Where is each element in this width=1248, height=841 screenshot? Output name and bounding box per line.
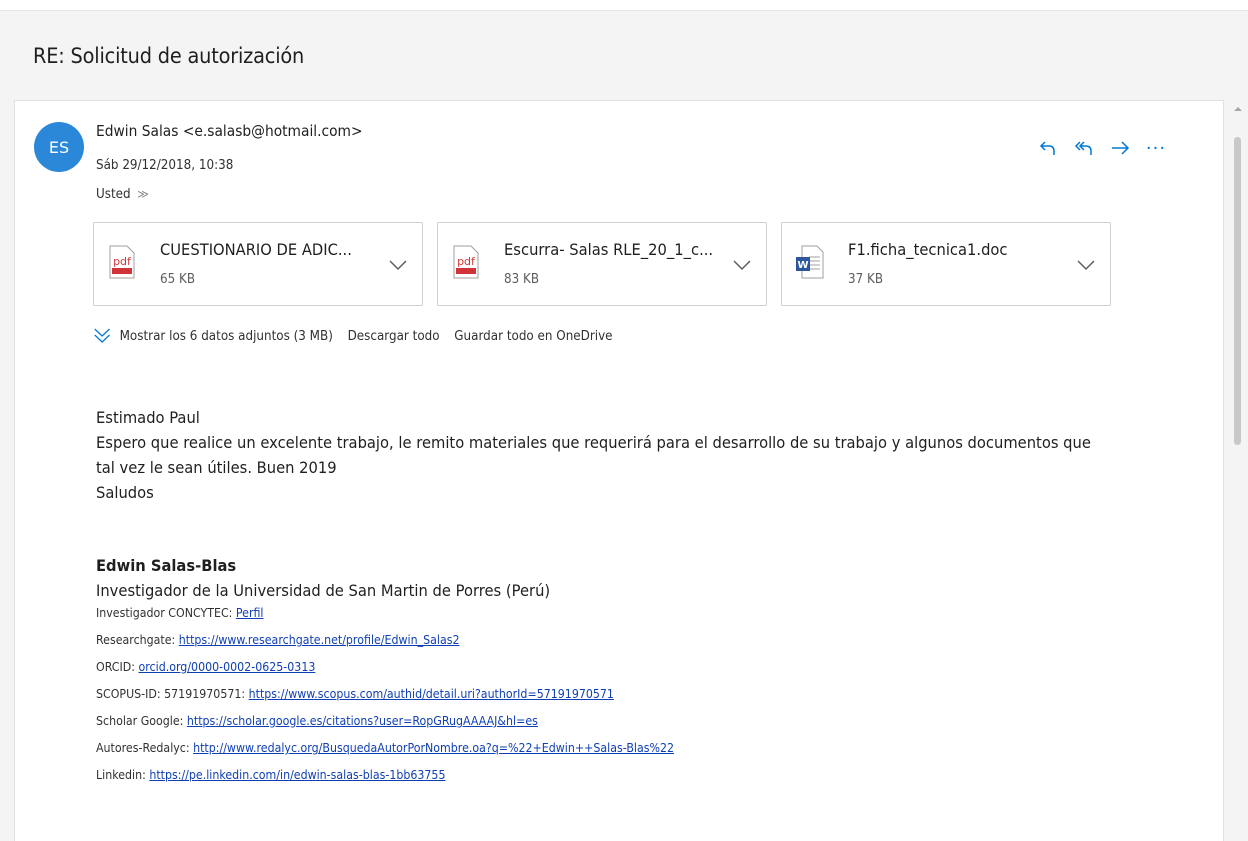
svg-text:W: W xyxy=(797,260,808,271)
body-paragraph: Espero que realice un excelente trabajo,… xyxy=(96,433,1091,477)
pdf-icon: pdf xyxy=(453,245,479,279)
svg-text:pdf: pdf xyxy=(113,255,132,268)
signature-link[interactable]: https://www.researchgate.net/profile/Edw… xyxy=(179,633,460,647)
signature-label: SCOPUS-ID: 57191970571: xyxy=(96,687,249,701)
top-bar xyxy=(0,0,1248,11)
signature-row: ORCID: orcid.org/0000-0002-0625-0313 xyxy=(96,654,674,681)
attachment-name: Escurra- Salas RLE_20_1_c... xyxy=(504,240,714,259)
signature-link[interactable]: orcid.org/0000-0002-0625-0313 xyxy=(139,660,316,674)
attachment-card[interactable]: W F1.ficha_tecnica1.doc 37 KB xyxy=(781,222,1111,306)
signature-label: ORCID: xyxy=(96,660,139,674)
chevron-down-icon[interactable] xyxy=(388,257,408,273)
signature-row: Autores-Redalyc: http://www.redalyc.org/… xyxy=(96,735,674,762)
reply-all-button[interactable] xyxy=(1066,134,1102,162)
download-all-link[interactable]: Descargar todo xyxy=(348,329,440,344)
attachment-links: Mostrar los 6 datos adjuntos (3 MB) Desc… xyxy=(92,326,627,346)
recipient-name: Usted xyxy=(96,187,131,202)
signature-link[interactable]: http://www.redalyc.org/BusquedaAutorPorN… xyxy=(193,741,674,755)
signature-link[interactable]: https://scholar.google.es/citations?user… xyxy=(187,714,538,728)
attachment-name: F1.ficha_tecnica1.doc xyxy=(848,240,1008,259)
svg-text:pdf: pdf xyxy=(457,255,476,268)
more-actions-button[interactable]: ··· xyxy=(1138,134,1174,162)
show-all-attachments-link[interactable]: Mostrar los 6 datos adjuntos (3 MB) xyxy=(120,329,333,344)
word-icon: W xyxy=(796,245,824,279)
signature-row: SCOPUS-ID: 57191970571: https://www.scop… xyxy=(96,681,674,708)
forward-button[interactable] xyxy=(1102,134,1138,162)
attachment-size: 65 KB xyxy=(160,272,196,287)
signature: Edwin Salas-Blas Investigador de la Univ… xyxy=(96,556,674,789)
body-greeting: Estimado Paul xyxy=(96,408,200,427)
message-date: Sáb 29/12/2018, 10:38 xyxy=(96,158,234,173)
signature-row: Linkedin: https://pe.linkedin.com/in/edw… xyxy=(96,762,674,789)
signature-link[interactable]: Perfil xyxy=(236,606,264,620)
scrollbar-thumb[interactable] xyxy=(1234,137,1241,445)
double-chevron-down-icon[interactable] xyxy=(92,326,112,346)
chevron-down-icon[interactable] xyxy=(1076,257,1096,273)
attachment-size: 37 KB xyxy=(848,272,884,287)
attachment-card[interactable]: pdf Escurra- Salas RLE_20_1_c... 83 KB xyxy=(437,222,767,306)
attachment-name: CUESTIONARIO DE ADIC... xyxy=(160,240,352,259)
signature-title: Investigador de la Universidad de San Ma… xyxy=(96,581,551,600)
attachment-card[interactable]: pdf CUESTIONARIO DE ADIC... 65 KB xyxy=(93,222,423,306)
signature-label: Investigador CONCYTEC: xyxy=(96,606,236,620)
email-subject: RE: Solicitud de autorización xyxy=(33,44,305,68)
body-closing: Saludos xyxy=(96,483,154,502)
signature-link[interactable]: https://pe.linkedin.com/in/edwin-salas-b… xyxy=(149,768,445,782)
signature-label: Scholar Google: xyxy=(96,714,187,728)
recipient-line[interactable]: Usted ≫ xyxy=(96,187,149,202)
save-onedrive-link[interactable]: Guardar todo en OneDrive xyxy=(454,329,612,344)
reply-button[interactable] xyxy=(1030,134,1066,162)
forward-icon xyxy=(1112,141,1130,155)
expand-recipients-icon[interactable]: ≫ xyxy=(137,187,149,201)
signature-link[interactable]: https://www.scopus.com/authid/detail.uri… xyxy=(249,687,614,701)
message-actions: ··· xyxy=(1030,134,1174,162)
signature-label: Autores-Redalyc: xyxy=(96,741,194,755)
scroll-up-icon[interactable] xyxy=(1233,104,1243,114)
signature-label: Researchgate: xyxy=(96,633,179,647)
chevron-down-icon[interactable] xyxy=(732,257,752,273)
signature-row: Scholar Google: https://scholar.google.e… xyxy=(96,708,674,735)
signature-row: Investigador CONCYTEC: Perfil xyxy=(96,600,674,627)
attachment-size: 83 KB xyxy=(504,272,540,287)
pdf-icon: pdf xyxy=(109,245,135,279)
signature-name: Edwin Salas-Blas xyxy=(96,556,237,575)
reply-all-icon xyxy=(1074,141,1092,155)
signature-row: Researchgate: https://www.researchgate.n… xyxy=(96,627,674,654)
signature-label: Linkedin: xyxy=(96,768,150,782)
message-body: Estimado Paul Espero que realice un exce… xyxy=(96,405,1099,505)
sender-name[interactable]: Edwin Salas <e.salasb@hotmail.com> xyxy=(96,122,363,140)
reply-icon xyxy=(1039,141,1055,155)
avatar[interactable]: ES xyxy=(34,122,84,172)
